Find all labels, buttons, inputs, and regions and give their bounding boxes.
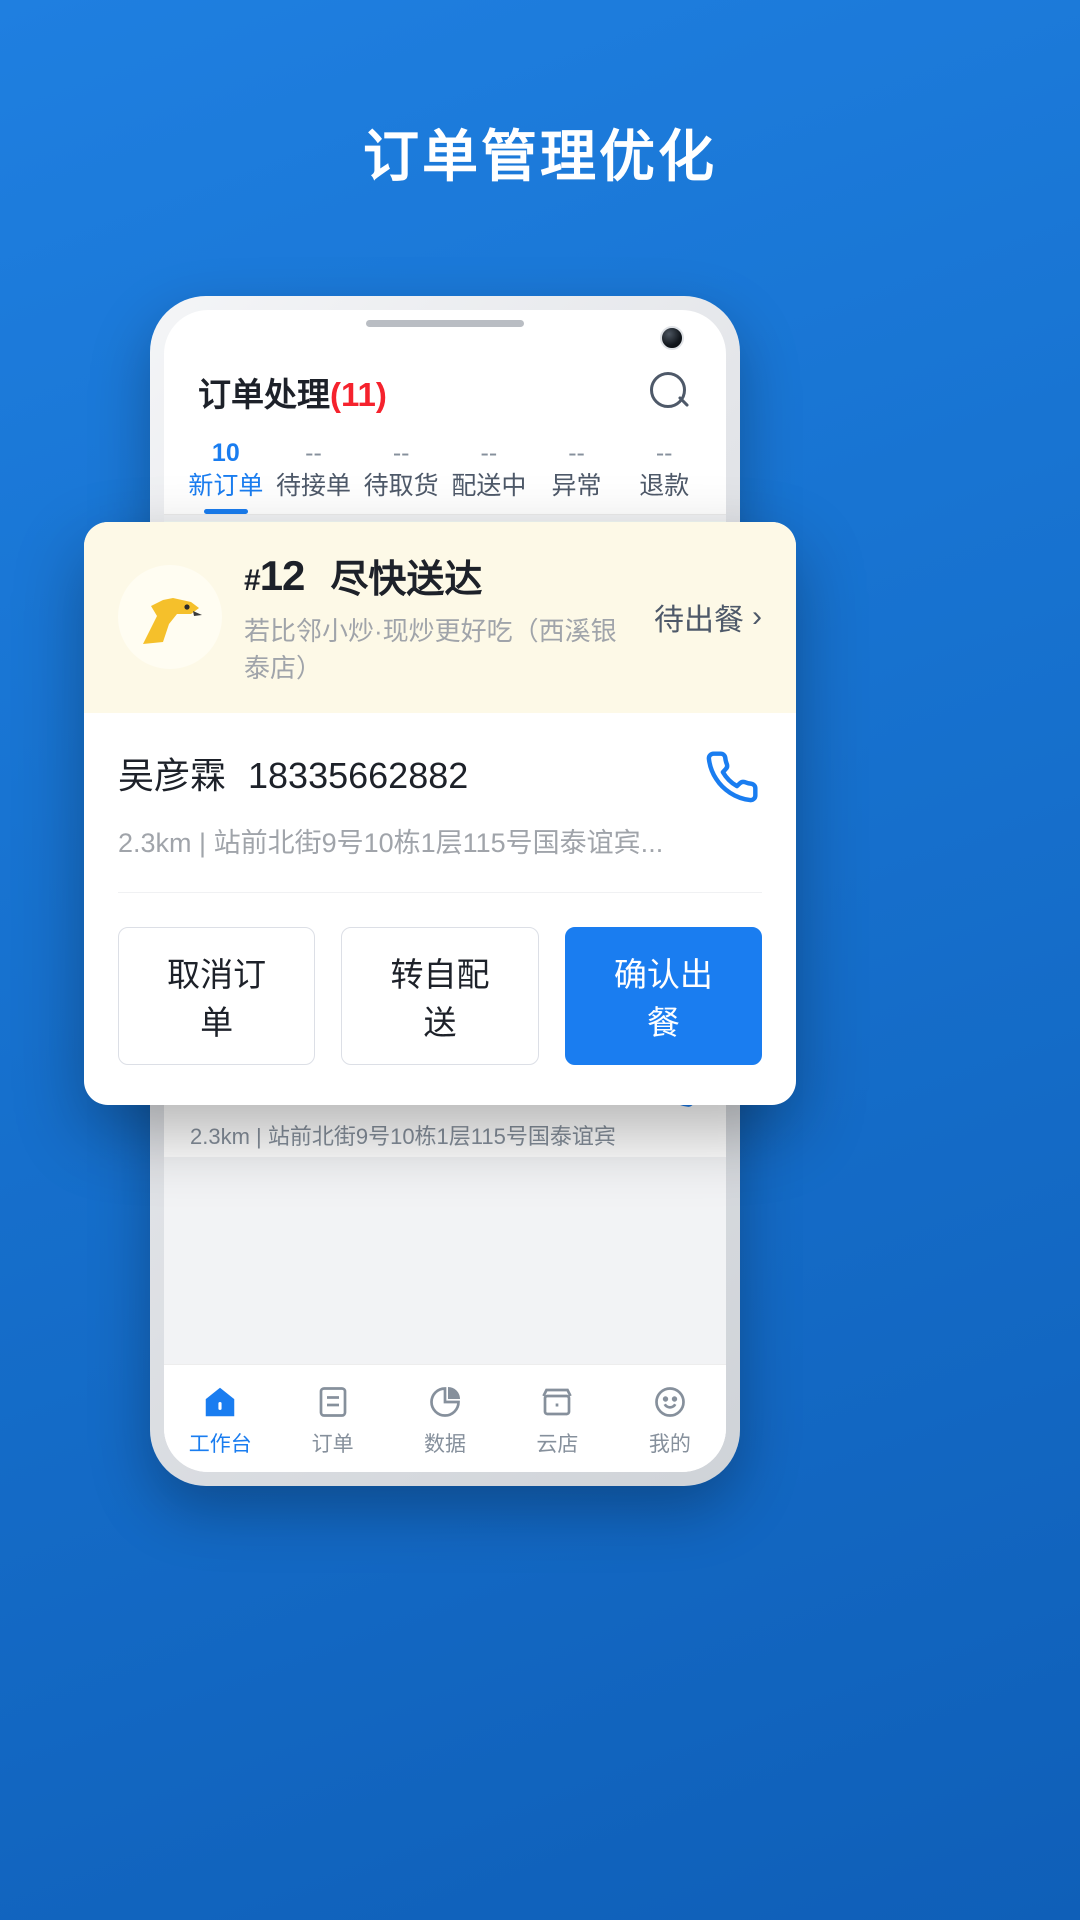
popup-actions: 取消订单 转自配送 确认出餐 bbox=[84, 893, 796, 1105]
popup-header: #12 尽快送达 若比邻小炒·现炒更好吃（西溪银泰店） 待出餐 › bbox=[84, 522, 796, 713]
order-meta: 2.3km | 站前北街9号10栋1层115号国泰谊宾 bbox=[190, 1124, 616, 1150]
nav-item-data[interactable]: 数据 bbox=[389, 1380, 501, 1458]
popup-address-row: 2.3km | 站前北街9号10栋1层115号国泰谊宾... bbox=[118, 821, 762, 893]
nav-item-workbench[interactable]: 工作台 bbox=[164, 1380, 276, 1458]
popup-order-number: #12 bbox=[244, 551, 306, 600]
nav-item-orders[interactable]: 订单 bbox=[276, 1380, 388, 1458]
home-icon bbox=[164, 1380, 276, 1424]
tab-label: 退款 bbox=[639, 472, 690, 501]
tab-label: 待取货 bbox=[363, 472, 439, 501]
popup-separator: | bbox=[199, 828, 207, 858]
bottom-navigation: 工作台 订单 数据 云店 我的 bbox=[164, 1364, 726, 1472]
tab-count: -- bbox=[392, 439, 410, 467]
nav-label: 工作台 bbox=[188, 1432, 252, 1456]
nav-item-mine[interactable]: 我的 bbox=[614, 1380, 726, 1458]
tab-count: -- bbox=[568, 439, 585, 467]
popup-self-delivery-button[interactable]: 转自配送 bbox=[341, 927, 539, 1065]
tab-label: 异常 bbox=[551, 472, 602, 501]
popup-cancel-order-button[interactable]: 取消订单 bbox=[118, 927, 316, 1065]
app-page-title: 订单处理(11) bbox=[198, 368, 387, 416]
tab-new-orders[interactable]: 10 新订单 bbox=[182, 438, 270, 514]
tab-count: -- bbox=[480, 439, 498, 467]
hash-symbol: # bbox=[244, 563, 261, 597]
tab-exception[interactable]: -- 异常 bbox=[533, 438, 621, 514]
tab-count: -- bbox=[305, 439, 322, 467]
app-page-title-text: 订单处理 bbox=[198, 376, 330, 413]
page-title: 订单管理优化 bbox=[363, 125, 717, 188]
order-count-badge: (11) bbox=[330, 376, 387, 413]
tab-delivering[interactable]: -- 配送中 bbox=[445, 438, 533, 514]
tab-count: 10 bbox=[211, 439, 240, 467]
tab-label: 待接单 bbox=[276, 472, 352, 501]
search-icon[interactable] bbox=[648, 370, 692, 414]
store-icon bbox=[501, 1380, 613, 1424]
popup-customer-row: 吴彦霖 18335662882 bbox=[118, 747, 762, 799]
tab-pending-pickup[interactable]: -- 待取货 bbox=[357, 438, 445, 514]
chevron-right-icon: › bbox=[752, 599, 762, 633]
list-icon bbox=[276, 1380, 388, 1424]
popup-confirm-meal-button[interactable]: 确认出餐 bbox=[564, 927, 762, 1065]
order-status-tabs: 10 新订单 -- 待接单 -- 待取货 -- 配送中 -- 异常 -- 退款 bbox=[164, 416, 726, 516]
nav-item-cloud-store[interactable]: 云店 bbox=[501, 1380, 613, 1458]
popup-order-number-value: 12 bbox=[259, 551, 306, 599]
speaker-grille-icon bbox=[366, 320, 524, 327]
popup-body: 吴彦霖 18335662882 2.3km | 站前北街9号10栋1层115号国泰… bbox=[84, 713, 796, 893]
tab-label: 新订单 bbox=[188, 472, 264, 501]
nav-label: 订单 bbox=[311, 1432, 354, 1456]
pie-chart-icon bbox=[389, 1380, 501, 1424]
popup-distance: 2.3km bbox=[118, 828, 192, 858]
nav-label: 云店 bbox=[536, 1432, 579, 1456]
nav-label: 我的 bbox=[648, 1432, 691, 1456]
tab-pending-accept[interactable]: -- 待接单 bbox=[270, 438, 358, 514]
popup-delivery-mode: 尽快送达 bbox=[330, 559, 483, 601]
front-camera-icon bbox=[660, 326, 684, 350]
tab-count: -- bbox=[655, 439, 673, 467]
popup-customer-phone: 18335662882 bbox=[248, 755, 469, 796]
giraffe-avatar-icon bbox=[118, 564, 222, 669]
popup-shop-name: 若比邻小炒·现炒更好吃（西溪银泰店） bbox=[244, 616, 617, 683]
popup-status-label: 待出餐 bbox=[654, 603, 744, 637]
user-smile-icon bbox=[614, 1380, 726, 1424]
order-detail-popup: #12 尽快送达 若比邻小炒·现炒更好吃（西溪银泰店） 待出餐 › 吴彦霖 183… bbox=[84, 522, 796, 1105]
tab-refund[interactable]: -- 退款 bbox=[620, 438, 708, 514]
popup-call-icon[interactable] bbox=[704, 749, 760, 810]
popup-customer-name: 吴彦霖 bbox=[118, 755, 227, 796]
nav-label: 数据 bbox=[424, 1432, 467, 1456]
tab-label: 配送中 bbox=[451, 472, 527, 501]
popup-address: 站前北街9号10栋1层115号国泰谊宾... bbox=[213, 828, 664, 858]
popup-order-status[interactable]: 待出餐 › bbox=[654, 595, 762, 639]
